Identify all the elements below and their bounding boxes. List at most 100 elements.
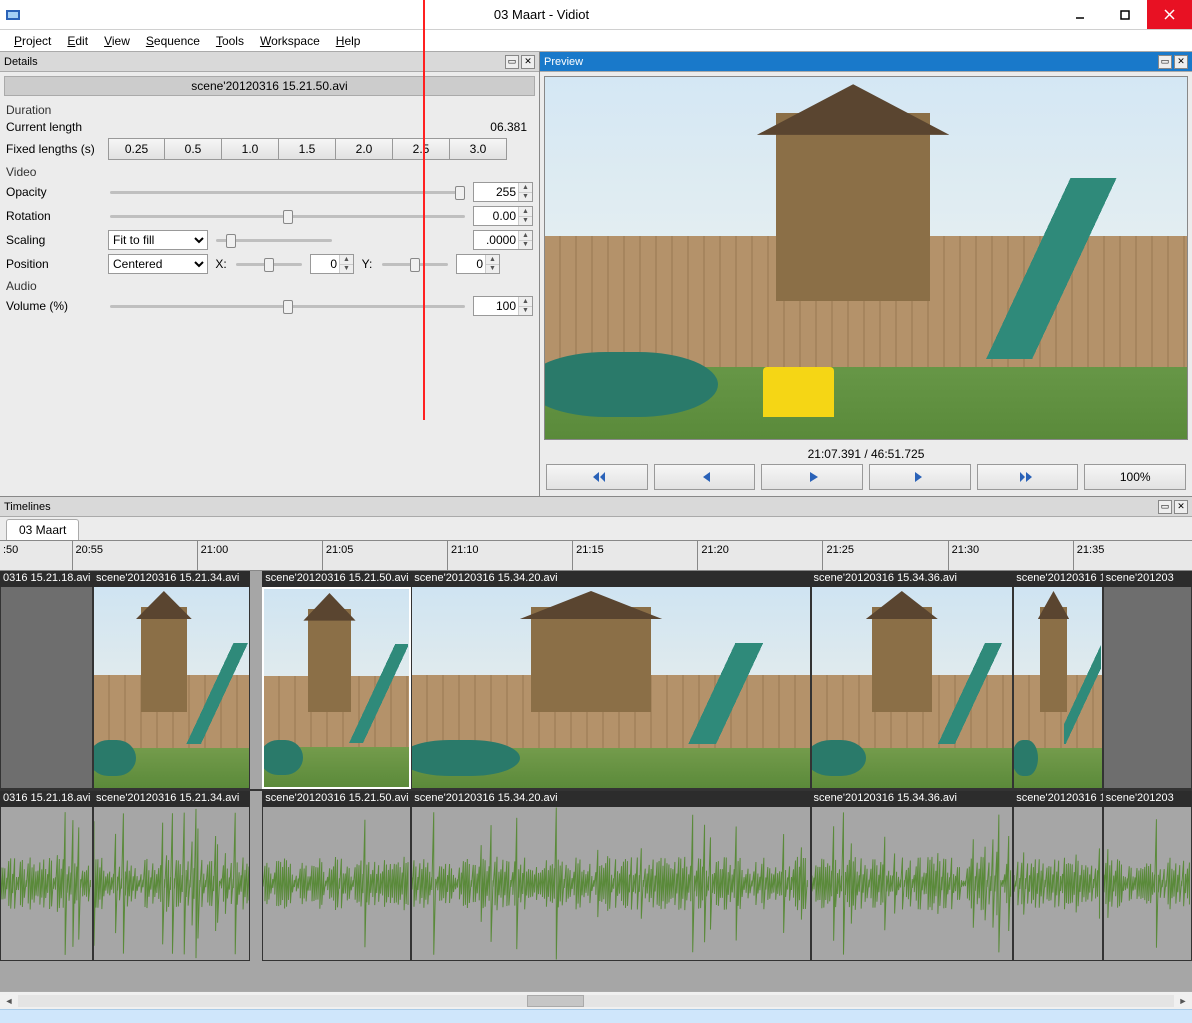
audio-clip[interactable]: scene'20120316 15.34.36.avi: [811, 791, 1014, 961]
ruler-tick: 21:30: [948, 541, 980, 570]
zoom-readout[interactable]: 100%: [1084, 464, 1186, 490]
status-bar: [0, 1009, 1192, 1023]
minimize-button[interactable]: [1057, 0, 1102, 29]
menu-edit[interactable]: Edit: [61, 32, 94, 50]
next-frame-button[interactable]: [869, 464, 971, 490]
video-clip[interactable]: scene'20120316 15.34.36.avi: [811, 571, 1014, 789]
fixed-lengths-label: Fixed lengths (s): [6, 142, 102, 156]
current-length-label: Current length: [6, 120, 102, 134]
goto-end-button[interactable]: [977, 464, 1079, 490]
y-slider[interactable]: [380, 255, 450, 273]
video-clip[interactable]: scene'201203: [1103, 571, 1192, 789]
opacity-spin[interactable]: ▲▼: [473, 182, 533, 202]
menu-help[interactable]: Help: [330, 32, 367, 50]
rotation-label: Rotation: [6, 209, 102, 223]
video-clip[interactable]: scene'20120316 15.34.20.avi: [411, 571, 810, 789]
ruler-tick: 21:00: [197, 541, 229, 570]
opacity-label: Opacity: [6, 185, 102, 199]
ruler-tick: 21:35: [1073, 541, 1105, 570]
fixed-length-button[interactable]: 2.0: [336, 138, 393, 160]
fixed-length-button[interactable]: 0.25: [108, 138, 165, 160]
window-title: 03 Maart - Vidiot: [26, 7, 1057, 22]
ruler-tick: 21:10: [447, 541, 479, 570]
goto-start-button[interactable]: [546, 464, 648, 490]
preview-pane: Preview ▭✕ 21:07.391 / 46:51.725 100%: [540, 52, 1192, 496]
ruler-tick: 20:55: [72, 541, 104, 570]
volume-spin[interactable]: ▲▼: [473, 296, 533, 316]
menu-tools[interactable]: Tools: [210, 32, 250, 50]
x-slider[interactable]: [234, 255, 304, 273]
app-icon: [0, 7, 26, 23]
details-header[interactable]: Details ▭✕: [0, 52, 539, 72]
scaling-label: Scaling: [6, 233, 102, 247]
x-label: X:: [214, 257, 228, 271]
fixed-length-button[interactable]: 1.5: [279, 138, 336, 160]
fixed-length-button[interactable]: 1.0: [222, 138, 279, 160]
ruler-tick: 21:05: [322, 541, 354, 570]
timelines-pane: Timelines ▭✕ 03 Maart :5020:5521:0021:05…: [0, 497, 1192, 1009]
fixed-length-button[interactable]: 0.5: [165, 138, 222, 160]
video-clip[interactable]: scene'20120316 15.21.34.avi: [93, 571, 250, 789]
dock-icon[interactable]: ▭: [1158, 500, 1172, 514]
opacity-slider[interactable]: [108, 183, 467, 201]
timeline-body[interactable]: :5020:5521:0021:0521:1021:1521:2021:2521…: [0, 540, 1192, 991]
audio-clip[interactable]: 0316 15.21.18.avi: [0, 791, 93, 961]
video-clip[interactable]: scene'20120316 1: [1013, 571, 1102, 789]
fixed-length-button[interactable]: 2.5: [393, 138, 450, 160]
section-video: Video: [0, 162, 539, 180]
position-combo[interactable]: Centered: [108, 254, 208, 274]
y-label: Y:: [360, 257, 374, 271]
menu-view[interactable]: View: [98, 32, 136, 50]
timeline-tab[interactable]: 03 Maart: [6, 519, 79, 540]
dock-icon[interactable]: ▭: [1158, 55, 1172, 69]
section-duration: Duration: [0, 100, 539, 118]
rotation-slider[interactable]: [108, 207, 467, 225]
audio-clip[interactable]: scene'20120316 1: [1013, 791, 1102, 961]
scaling-slider[interactable]: [214, 231, 334, 249]
play-button[interactable]: [761, 464, 863, 490]
volume-slider[interactable]: [108, 297, 467, 315]
section-audio: Audio: [0, 276, 539, 294]
preview-viewport[interactable]: [544, 76, 1188, 440]
ruler-tick: 21:25: [822, 541, 854, 570]
fixed-length-button[interactable]: 3.0: [450, 138, 507, 160]
time-ruler[interactable]: :5020:5521:0021:0521:1021:1521:2021:2521…: [0, 541, 1192, 571]
menu-workspace[interactable]: Workspace: [254, 32, 326, 50]
video-clip[interactable]: scene'20120316 15.21.50.avi: [262, 571, 411, 789]
close-pane-icon[interactable]: ✕: [1174, 500, 1188, 514]
position-label: Position: [6, 257, 102, 271]
scaling-combo[interactable]: Fit to fill: [108, 230, 208, 250]
preview-header[interactable]: Preview ▭✕: [540, 52, 1192, 72]
maximize-button[interactable]: [1102, 0, 1147, 29]
audio-clip[interactable]: scene'20120316 15.21.34.avi: [93, 791, 250, 961]
video-clip[interactable]: 0316 15.21.18.avi: [0, 571, 93, 789]
scroll-left-icon[interactable]: ◄: [0, 993, 18, 1009]
rotation-spin[interactable]: ▲▼: [473, 206, 533, 226]
video-track[interactable]: 0316 15.21.18.aviscene'20120316 15.21.34…: [0, 571, 1192, 791]
scaling-spin[interactable]: ▲▼: [473, 230, 533, 250]
prev-frame-button[interactable]: [654, 464, 756, 490]
playhead[interactable]: [423, 0, 425, 420]
menu-sequence[interactable]: Sequence: [140, 32, 206, 50]
ruler-tick: 21:20: [697, 541, 729, 570]
dock-icon[interactable]: ▭: [505, 55, 519, 69]
audio-clip[interactable]: scene'20120316 15.21.50.avi: [262, 791, 411, 961]
audio-track[interactable]: 0316 15.21.18.aviscene'20120316 15.21.34…: [0, 791, 1192, 961]
close-pane-icon[interactable]: ✕: [1174, 55, 1188, 69]
audio-clip[interactable]: scene'201203: [1103, 791, 1192, 961]
close-pane-icon[interactable]: ✕: [521, 55, 535, 69]
timelines-header[interactable]: Timelines ▭✕: [0, 497, 1192, 517]
close-button[interactable]: [1147, 0, 1192, 29]
scroll-right-icon[interactable]: ►: [1174, 993, 1192, 1009]
current-length-value: 06.381: [108, 120, 533, 134]
clip-name: scene'20120316 15.21.50.avi: [4, 76, 535, 96]
titlebar: 03 Maart - Vidiot: [0, 0, 1192, 30]
audio-clip[interactable]: scene'20120316 15.34.20.avi: [411, 791, 810, 961]
menu-project[interactable]: Project: [8, 32, 57, 50]
volume-label: Volume (%): [6, 299, 102, 313]
time-readout: 21:07.391 / 46:51.725: [540, 444, 1192, 464]
x-spin[interactable]: ▲▼: [310, 254, 354, 274]
timeline-hscroll[interactable]: ◄ ►: [0, 991, 1192, 1009]
details-pane: Details ▭✕ scene'20120316 15.21.50.avi D…: [0, 52, 540, 496]
y-spin[interactable]: ▲▼: [456, 254, 500, 274]
